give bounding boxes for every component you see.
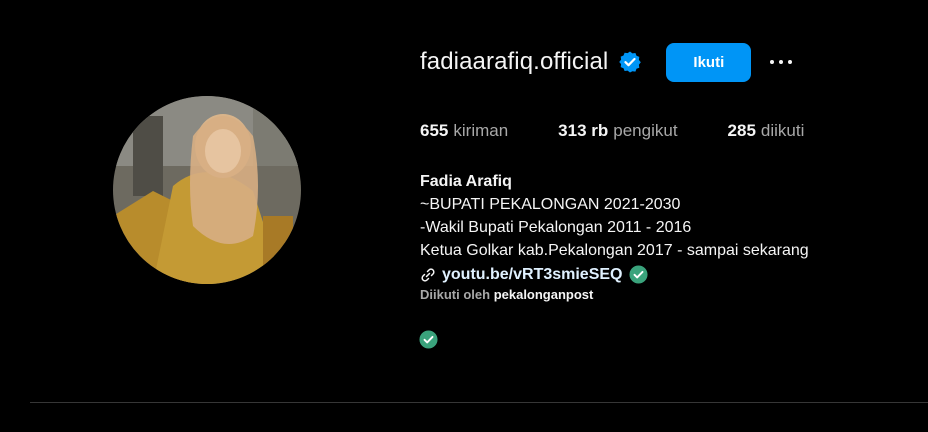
check-circle-icon (628, 265, 648, 284)
bio-line: ~BUPATI PEKALONGAN 2021-2030 (420, 196, 681, 213)
display-name: Fadia Arafiq (420, 173, 512, 190)
stat-following[interactable]: 285 diikuti (728, 121, 805, 141)
bio-line: Ketua Golkar kab.Pekalongan 2017 - sampa… (420, 242, 809, 259)
profile-stats: 655 kiriman 313 rb pengikut 285 diikuti (420, 121, 854, 141)
check-circle-icon (419, 330, 438, 349)
followed-by-prefix: Diikuti oleh (420, 287, 491, 302)
profile-bio: Fadia Arafiq ~BUPATI PEKALONGAN 2021-203… (420, 170, 809, 286)
stat-posts-label: kiriman (453, 121, 509, 140)
bio-link[interactable]: youtu.be/vRT3smieSEQ (420, 263, 809, 286)
more-options-icon[interactable] (765, 46, 797, 78)
stat-posts-count: 655 (420, 121, 449, 140)
stat-followers-count: 313 rb (558, 121, 609, 140)
followed-by-account[interactable]: pekalonganpost (494, 287, 594, 302)
profile-avatar[interactable] (113, 96, 301, 284)
link-icon (420, 267, 436, 283)
username[interactable]: fadiaarafiq.official (420, 48, 608, 76)
bio-link-text[interactable]: youtu.be/vRT3smieSEQ (442, 263, 623, 286)
stat-followers-label: pengikut (613, 121, 678, 140)
section-divider (30, 402, 928, 403)
stat-following-count: 285 (727, 121, 756, 140)
followed-by[interactable]: Diikuti oleh pekalonganpost (420, 287, 593, 302)
bio-line: -Wakil Bupati Pekalongan 2011 - 2016 (420, 219, 692, 236)
follow-button[interactable]: Ikuti (666, 42, 752, 82)
avatar-image (113, 96, 301, 284)
stat-posts: 655 kiriman (420, 121, 508, 141)
stat-following-label: diikuti (760, 121, 805, 140)
profile-header: fadiaarafiq.official Ikuti (420, 42, 797, 82)
stat-followers[interactable]: 313 rb pengikut (558, 121, 677, 141)
verified-badge-icon (618, 50, 642, 74)
